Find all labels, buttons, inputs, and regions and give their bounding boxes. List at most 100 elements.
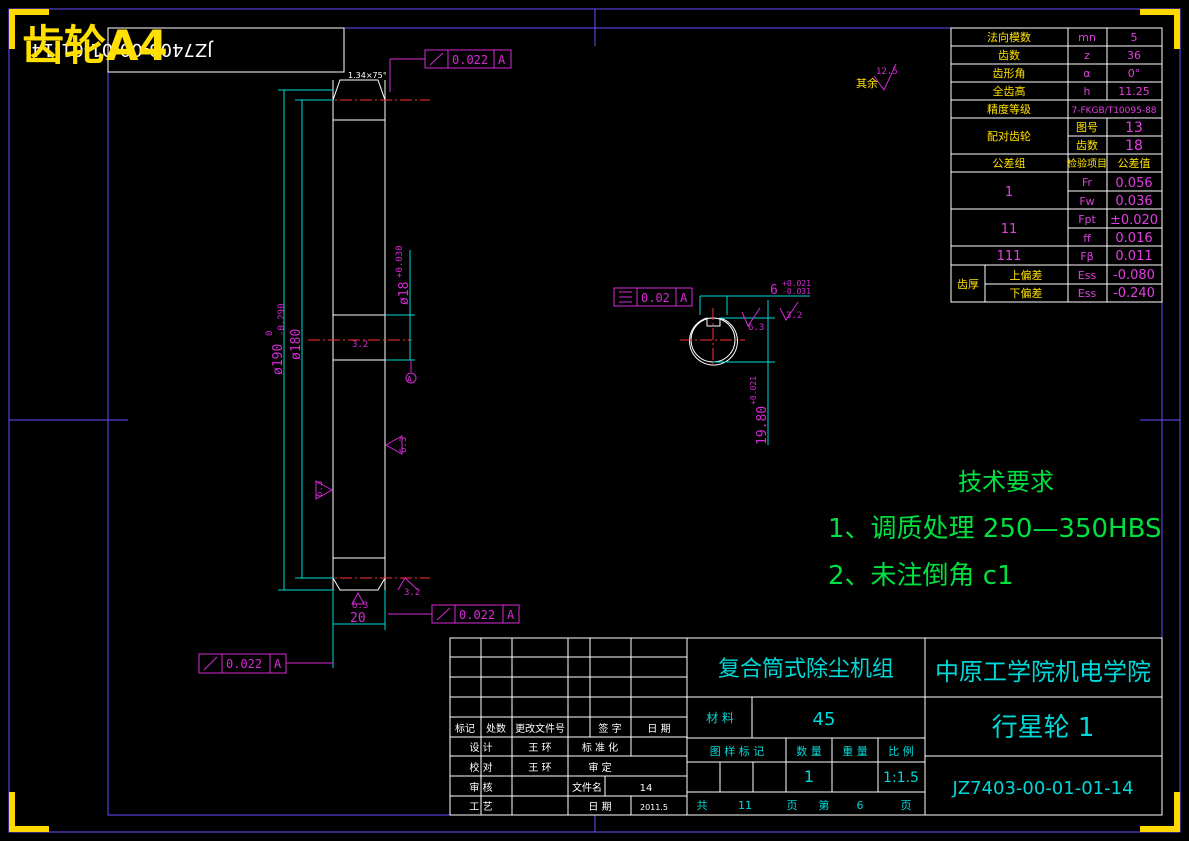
thick-label: 齿厚: [957, 278, 979, 291]
dia-outer-tol-dn: -0.290: [277, 303, 287, 336]
accuracy-label: 精度等级: [987, 102, 1031, 116]
tol-top-datum: A: [498, 53, 506, 67]
audit-label: 审 核: [469, 781, 492, 794]
mate-drawing-value: 13: [1125, 120, 1143, 136]
process-label: 工 艺: [469, 801, 492, 813]
param-val-3: 11.25: [1118, 85, 1150, 98]
check-item-label: 检验项目: [1067, 157, 1107, 170]
lower-val: -0.240: [1113, 286, 1155, 301]
fb-val: 0.011: [1115, 249, 1152, 264]
tol-left: 0.022: [226, 657, 262, 671]
sheet-label: 第: [819, 798, 830, 812]
dia-outer-tol-up: 0: [265, 331, 275, 336]
rev-h-1: 处数: [486, 722, 506, 735]
title-block-text: 复合筒式除尘机组 中原工学院机电学院 材 料 45 行星轮 1 图 样 标 记 …: [455, 657, 1151, 813]
sheet-label: 齿轮A4: [22, 21, 168, 70]
design-label: 设 计: [469, 741, 492, 754]
key-rough-1: 6.3: [748, 323, 764, 333]
material-value: 45: [813, 709, 836, 730]
fw-val: 0.036: [1115, 194, 1152, 209]
tol-left-datum: A: [274, 657, 282, 671]
dia-pitch: ø180: [289, 329, 304, 360]
ess-sym-lower: Ess: [1078, 287, 1097, 300]
fr-val: 0.056: [1115, 176, 1152, 191]
tol-frame-top: [389, 49, 512, 92]
accuracy-value: 7-FKGB/T10095-88: [1071, 106, 1156, 116]
page-label: 页: [787, 799, 798, 812]
param-name-3: 全齿高: [993, 84, 1026, 98]
tol-mid: 0.022: [459, 608, 495, 622]
upper-label: 上偏差: [1010, 268, 1043, 282]
ff-sym: ff: [1083, 232, 1091, 245]
width-dim: 20: [350, 611, 366, 626]
key-depth-tol: +0.021: [749, 376, 758, 405]
param-table-text: 法向模数 mn 5 齿数 z 36 齿形角 α 0° 全齿高 h 11.25 精…: [957, 30, 1158, 301]
fr-sym: Fr: [1082, 176, 1093, 189]
req-item-2: 2、未注倒角 c1: [828, 561, 1014, 591]
group-3: 111: [997, 249, 1022, 264]
bot-rough-2: 6.3: [352, 601, 368, 611]
rest-rough-label: 其余: [856, 76, 878, 90]
date-value: 2011.5: [640, 803, 668, 812]
sheet-number: 6: [857, 799, 864, 812]
dia-bore-tol: +0.030: [395, 245, 405, 278]
dia-outer: ø190: [271, 344, 286, 375]
fpt-sym: Fpt: [1078, 213, 1096, 226]
sheet-suffix: 页: [901, 799, 912, 812]
mate-label: 配对齿轮: [987, 129, 1031, 143]
material-label: 材 料: [706, 711, 734, 725]
date-label: 日 期: [588, 801, 611, 813]
key-width: 6: [770, 283, 778, 298]
scale-label: 比 例: [888, 744, 914, 758]
total-label: 共: [697, 799, 708, 812]
weight-label: 重 量: [842, 744, 868, 758]
sym-tol: 0.02: [641, 291, 670, 305]
ess-sym-upper: Ess: [1078, 269, 1097, 282]
lower-label: 下偏差: [1010, 286, 1043, 300]
project-name: 复合筒式除尘机组: [718, 657, 894, 682]
rev-h-4: 日 期: [647, 723, 670, 735]
tol-group-label: 公差组: [993, 156, 1026, 170]
key-depth: 19.80: [755, 406, 770, 445]
total-pages: 11: [738, 799, 752, 812]
stage-label: 图 样 标 记: [710, 744, 765, 758]
qty-value: 1: [804, 767, 814, 786]
mate-drawing-label: 图号: [1076, 121, 1098, 134]
tol-top: 0.022: [452, 53, 488, 67]
ff-val: 0.016: [1115, 231, 1152, 246]
param-sym-3: h: [1084, 85, 1091, 98]
param-val-1: 36: [1127, 49, 1141, 62]
check-label: 校 对: [469, 761, 492, 774]
rev-h-0: 标记: [455, 723, 475, 735]
check-name: 王 环: [528, 763, 551, 774]
design-name: 王 环: [528, 743, 551, 754]
dia-bore: ø18: [397, 282, 412, 305]
part-name: 行星轮 1: [992, 713, 1095, 743]
param-sym-0: mn: [1078, 31, 1096, 44]
fb-sym: Fβ: [1080, 250, 1093, 263]
file-value: 14: [640, 783, 653, 794]
mate-teeth-label: 齿数: [1076, 139, 1098, 152]
key-tol-dn: -0.031: [782, 287, 811, 296]
param-sym-2: α: [1083, 67, 1090, 80]
group-1: 1: [1005, 185, 1013, 200]
scale-value: 1:1.5: [883, 770, 919, 786]
qty-label: 数 量: [796, 745, 822, 758]
param-val-0: 5: [1131, 31, 1138, 44]
school-name: 中原工学院机电学院: [935, 658, 1151, 686]
cad-drawing: JZ7403-00-01-01-14 齿轮A4 ø190 0 -0.290 ø1…: [8, 8, 1181, 833]
tol-mid-datum: A: [507, 608, 515, 622]
param-val-2: 0°: [1128, 67, 1141, 80]
face-rough-r: 6.3: [399, 437, 409, 453]
req-item-1: 1、调质处理 250—350HBS: [828, 514, 1162, 544]
drawing-number: JZ7403-00-01-01-14: [951, 778, 1133, 799]
datum-letter: A: [407, 375, 412, 384]
param-name-2: 齿形角: [993, 67, 1026, 80]
param-name-0: 法向模数: [987, 30, 1031, 44]
param-sym-1: z: [1084, 49, 1090, 62]
rev-h-2: 更改文件号: [515, 722, 565, 735]
upper-val: -0.080: [1113, 268, 1155, 283]
group-2: 11: [1001, 222, 1018, 237]
tol-frame-left: [198, 653, 333, 674]
fpt-val: ±0.020: [1110, 213, 1158, 228]
